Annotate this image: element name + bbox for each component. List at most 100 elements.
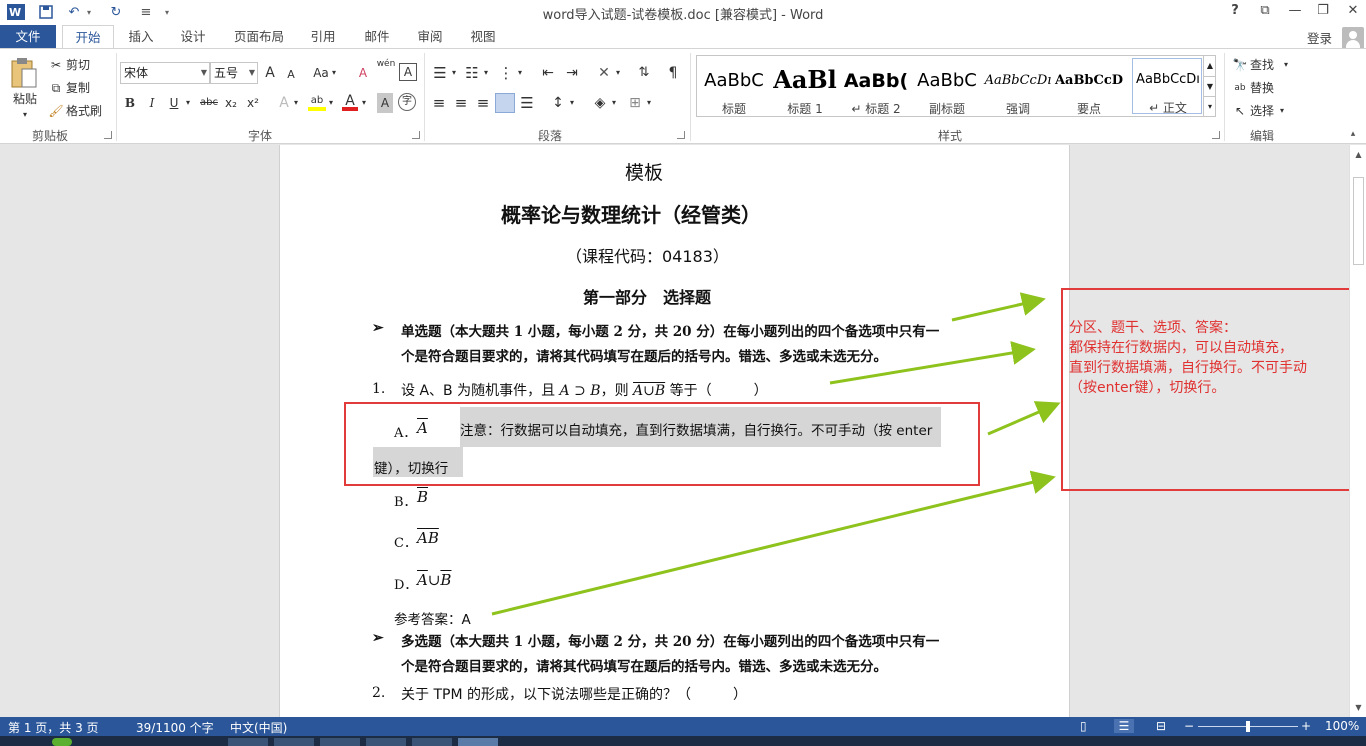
tab-home[interactable]: 开始 [62,25,114,50]
taskbar-start-icon[interactable] [52,738,72,746]
font-color-dropdown-icon[interactable]: ▾ [360,93,368,113]
taskbar-item[interactable] [458,738,498,746]
section2-instruction-line2[interactable]: 个是符合题目要求的，请将其代码填写在题后的括号内。错选、多选或未选无分。 [401,655,887,675]
close-icon[interactable]: ✕ [1342,3,1364,21]
align-right-icon[interactable]: ≡ [474,93,492,113]
find-dropdown-icon[interactable]: ▾ [1282,55,1290,75]
change-case-button[interactable]: Aa [310,63,332,83]
zoom-slider-thumb[interactable] [1246,721,1250,732]
doc-title[interactable]: 概率论与数理统计（经管类） [501,199,761,228]
character-shading-button[interactable]: A [377,93,393,113]
bullets-icon[interactable]: ☰ [430,63,450,83]
chevron-down-icon[interactable]: ▼ [249,63,255,83]
enclose-characters-button[interactable]: 字 [398,93,416,111]
find-icon[interactable]: 🔭 [1232,55,1248,75]
sign-in-link[interactable]: 登录 [1307,28,1332,47]
change-case-dropdown-icon[interactable]: ▾ [330,63,338,83]
doc-part-heading[interactable]: 第一部分 选择题 [583,284,711,308]
read-mode-icon[interactable]: ▯ [1080,719,1087,733]
bullets-dropdown-icon[interactable]: ▾ [450,63,458,83]
sort-icon[interactable]: ⇅ [634,63,654,83]
option-b-math[interactable]: B [417,488,428,506]
help-button[interactable]: ? [1224,3,1246,21]
taskbar-item[interactable] [274,738,314,746]
shrink-font-button[interactable]: A [284,65,298,85]
select-icon[interactable]: ↖ [1232,101,1248,121]
multilevel-list-icon[interactable]: ⋮ [496,63,516,83]
superscript-button[interactable]: x² [244,93,262,113]
gallery-more-icon[interactable]: ▾ [1203,96,1216,116]
option-c-label[interactable]: C． [394,532,417,551]
taskbar-item[interactable] [320,738,360,746]
question-2-stem[interactable]: 关于 TPM 的形成，以下说法哪些是正确的？（ ） [401,684,747,704]
format-painter-button[interactable]: 格式刷 [66,101,110,121]
chevron-down-icon[interactable]: ▼ [201,63,207,83]
tab-references[interactable]: 引用 [300,25,346,49]
select-dropdown-icon[interactable]: ▾ [1278,101,1286,121]
section2-instruction-line1[interactable]: 多选题（本大题共 1 小题，每小题 2 分，共 20 分）在每小题列出的四个备选… [401,630,939,650]
tab-mailings[interactable]: 邮件 [354,25,400,49]
scroll-down-icon[interactable]: ▼ [1350,700,1366,715]
option-d-label[interactable]: D． [394,574,417,593]
underline-dropdown-icon[interactable]: ▾ [184,93,192,113]
word-count[interactable]: 39/1100 个字 [136,719,214,736]
zoom-level[interactable]: 100% [1325,719,1359,733]
decrease-indent-icon[interactable]: ⇤ [538,63,558,83]
increase-indent-icon[interactable]: ⇥ [562,63,582,83]
doc-heading-template[interactable]: 模板 [625,158,663,185]
scroll-thumb[interactable] [1353,177,1364,265]
show-marks-icon[interactable]: ¶ [664,63,682,83]
format-painter-icon[interactable]: 🖌 [48,101,64,121]
select-button[interactable]: 选择 [1250,101,1280,121]
answer-line[interactable]: 参考答案：A [394,608,471,628]
zoom-out-icon[interactable]: − [1184,719,1194,733]
clipboard-launcher-icon[interactable] [104,131,112,139]
zoom-slider[interactable] [1198,721,1298,732]
collapse-ribbon-icon[interactable]: ▴ [1346,129,1360,141]
tab-insert[interactable]: 插入 [118,25,164,49]
question-1-stem[interactable]: 设 A、B 为随机事件，且 A ⊃ B，则 A∪B 等于（ ） [401,380,768,400]
taskbar-item[interactable] [228,738,268,746]
font-size-combo[interactable]: 五号 ▼ [210,62,258,84]
subscript-button[interactable]: x₂ [222,93,240,113]
strikethrough-button[interactable]: abc [198,93,220,113]
style-emphasis[interactable]: AaBbCcDı 强调 [983,64,1053,120]
style-normal[interactable]: AaBbCcDı ↵ 正文 [1132,58,1202,115]
style-strong[interactable]: AaBbCcD 要点 [1054,64,1124,120]
cut-icon[interactable]: ✂ [48,55,64,75]
borders-icon[interactable]: ⊞ [626,93,644,113]
underline-button[interactable]: U [166,93,182,113]
highlight-button[interactable]: ab [308,91,326,111]
style-title[interactable]: AaBbC 标题 [699,64,769,120]
shading-dropdown-icon[interactable]: ▾ [610,93,618,113]
numbering-icon[interactable]: ☷ [462,63,482,83]
page-count[interactable]: 第 1 页，共 3 页 [8,719,99,736]
justify-icon[interactable] [495,93,515,113]
paste-dropdown-icon[interactable]: ▾ [18,105,32,125]
avatar[interactable] [1342,27,1364,49]
character-border-button[interactable]: A [399,63,417,81]
print-layout-icon[interactable]: ☰ [1114,719,1134,733]
multilevel-dropdown-icon[interactable]: ▾ [516,63,524,83]
taskbar-item[interactable] [412,738,452,746]
distributed-icon[interactable]: ☰ [518,93,536,113]
restore-icon[interactable]: ❐ [1312,3,1334,21]
copy-button[interactable]: 复制 [66,78,96,98]
clear-formatting-button[interactable]: A [354,63,372,83]
tab-file[interactable]: 文件 [0,25,56,49]
ribbon-display-icon[interactable]: ⧉ [1254,3,1276,21]
question-1-number[interactable]: 1. [372,381,385,397]
question-2-number[interactable]: 2. [372,685,385,701]
paste-icon[interactable] [10,57,40,91]
align-left-icon[interactable]: ≡ [430,93,448,113]
italic-button[interactable]: I [144,93,160,113]
tab-page-layout[interactable]: 页面布局 [226,25,292,49]
minimize-icon[interactable]: — [1284,3,1306,21]
option-d-math[interactable]: A∪B [417,571,451,589]
scroll-up-icon[interactable]: ▲ [1350,147,1366,162]
font-name-combo[interactable]: 宋体 ▼ [120,62,210,84]
section1-instruction-line2[interactable]: 个是符合题目要求的，请将其代码填写在题后的括号内。错选、多选或未选无分。 [401,345,887,365]
section1-instruction-line1[interactable]: 单选题（本大题共 1 小题，每小题 2 分，共 20 分）在每小题列出的四个备选… [401,320,939,340]
option-b-label[interactable]: B． [394,491,417,510]
text-effects-button[interactable]: A [276,93,292,113]
